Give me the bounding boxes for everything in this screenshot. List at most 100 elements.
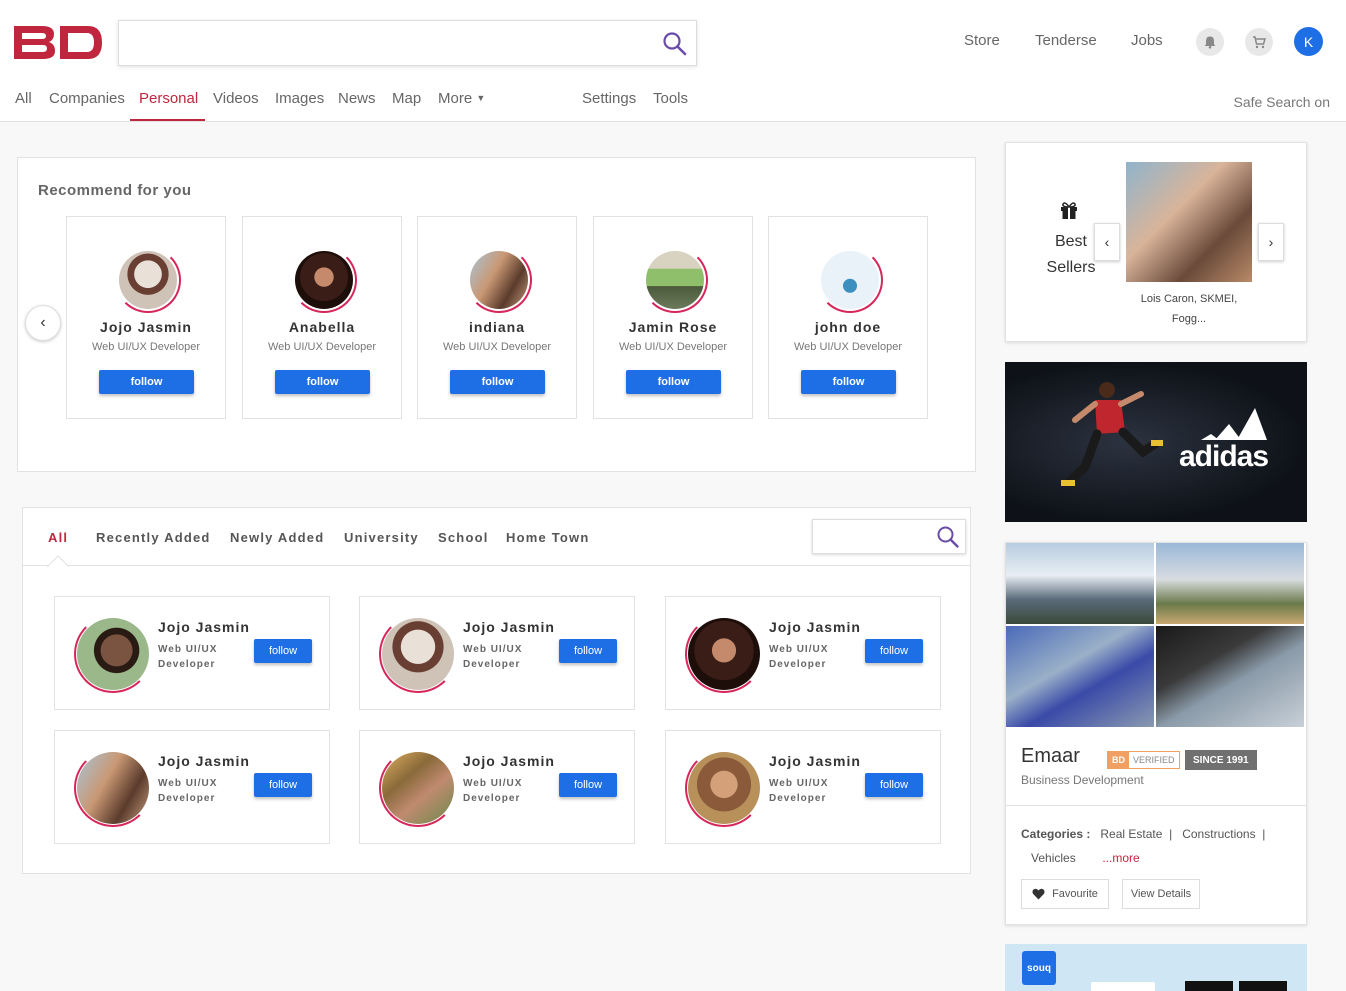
nav-all[interactable]: All: [15, 90, 32, 107]
avatar[interactable]: [115, 247, 181, 313]
avatar[interactable]: [466, 247, 532, 313]
company-category: Business Development: [1021, 773, 1144, 787]
tab-all[interactable]: All: [48, 530, 68, 545]
view-details-button[interactable]: View Details: [1122, 879, 1200, 909]
best-sellers-prev-button[interactable]: ‹: [1094, 223, 1120, 261]
people-search-input[interactable]: [812, 519, 966, 554]
gallery-image[interactable]: [1006, 543, 1154, 624]
gallery-image[interactable]: [1156, 543, 1304, 624]
main-search-input[interactable]: [118, 20, 697, 66]
person-card: Jojo Jasmin Web UI/UX Developer follow: [359, 730, 635, 844]
caret-down-icon: ▼: [476, 93, 486, 103]
person-name[interactable]: Jojo Jasmin: [769, 753, 861, 769]
recommend-card: Jamin Rose Web UI/UX Developer follow: [593, 216, 753, 419]
follow-button[interactable]: follow: [254, 639, 312, 663]
avatar[interactable]: [817, 247, 883, 313]
person-name[interactable]: Jamin Rose: [594, 319, 752, 335]
follow-button[interactable]: follow: [865, 639, 923, 663]
tab-school[interactable]: School: [438, 530, 489, 545]
follow-button[interactable]: follow: [865, 773, 923, 797]
person-name[interactable]: Jojo Jasmin: [769, 619, 861, 635]
more-categories-link[interactable]: ...more: [1102, 851, 1139, 865]
nav-images[interactable]: Images: [275, 90, 324, 107]
nav-map[interactable]: Map: [392, 90, 421, 107]
adidas-logo-icon: [1201, 408, 1267, 440]
recommend-title: Recommend for you: [38, 182, 192, 199]
tab-recently-added[interactable]: Recently Added: [96, 530, 211, 545]
tab-university[interactable]: University: [344, 530, 419, 545]
category-link[interactable]: Real Estate: [1100, 827, 1162, 841]
verified-badge: BD VERIFIED: [1107, 751, 1180, 769]
avatar[interactable]: [74, 749, 152, 827]
person-name[interactable]: john doe: [769, 319, 927, 335]
category-link[interactable]: Vehicles: [1031, 851, 1076, 865]
recommend-panel: Recommend for you ‹ Jojo Jasmin Web UI/U…: [17, 157, 976, 472]
avatar[interactable]: [291, 247, 357, 313]
nav-companies[interactable]: Companies: [49, 90, 125, 107]
follow-button[interactable]: follow: [559, 639, 617, 663]
notifications-button[interactable]: [1196, 28, 1224, 56]
nav-tools[interactable]: Tools: [653, 90, 688, 107]
company-card-emaar: Emaar BD VERIFIED SINCE 1991 Business De…: [1005, 542, 1307, 925]
tab-newly-added[interactable]: Newly Added: [230, 530, 324, 545]
person-card: Jojo Jasmin Web UI/UX Developer follow: [665, 596, 941, 710]
store-link[interactable]: Store: [964, 32, 1000, 49]
follow-button[interactable]: follow: [801, 370, 896, 394]
person-role: Web UI/UX Developer: [793, 341, 902, 353]
tenderse-link[interactable]: Tenderse: [1035, 32, 1097, 49]
follow-button[interactable]: follow: [254, 773, 312, 797]
nav-videos[interactable]: Videos: [213, 90, 259, 107]
person-name[interactable]: Anabella: [243, 319, 401, 335]
company-gallery[interactable]: [1006, 543, 1306, 727]
product-caption[interactable]: Lois Caron, SKMEI, Fogg...: [1126, 289, 1252, 329]
favourite-button[interactable]: Favourite: [1021, 879, 1109, 909]
carousel-prev-button[interactable]: ‹: [25, 305, 61, 341]
cart-button[interactable]: [1245, 28, 1273, 56]
nav-more[interactable]: More ▼: [438, 90, 485, 107]
product-image[interactable]: [1126, 162, 1252, 282]
category-link[interactable]: Constructions: [1182, 827, 1255, 841]
avatar[interactable]: [642, 247, 708, 313]
follow-button[interactable]: follow: [99, 370, 194, 394]
person-name[interactable]: indiana: [418, 319, 576, 335]
person-name[interactable]: Jojo Jasmin: [463, 619, 555, 635]
follow-button[interactable]: follow: [450, 370, 545, 394]
nav-settings[interactable]: Settings: [582, 90, 636, 107]
person-role: Web UI/UX Developer: [769, 778, 829, 804]
bd-logo[interactable]: [12, 22, 104, 62]
nav-personal[interactable]: Personal: [139, 90, 198, 107]
avatar[interactable]: [74, 615, 152, 693]
jobs-link[interactable]: Jobs: [1131, 32, 1163, 49]
follow-button[interactable]: follow: [559, 773, 617, 797]
tab-pointer-icon: [47, 555, 69, 567]
follow-button[interactable]: follow: [275, 370, 370, 394]
souq-ad[interactable]: souq: [1005, 944, 1307, 991]
avatar[interactable]: [685, 749, 763, 827]
person-name[interactable]: Jojo Jasmin: [67, 319, 225, 335]
person-role: Web UI/UX Developer: [463, 644, 523, 670]
avatar[interactable]: [685, 615, 763, 693]
recommend-card: john doe Web UI/UX Developer follow: [768, 216, 928, 419]
follow-button[interactable]: follow: [626, 370, 721, 394]
avatar[interactable]: [379, 749, 457, 827]
user-avatar[interactable]: K: [1294, 27, 1323, 56]
best-sellers-next-button[interactable]: ›: [1258, 223, 1284, 261]
person-name[interactable]: Jojo Jasmin: [158, 619, 250, 635]
person-name[interactable]: Jojo Jasmin: [463, 753, 555, 769]
soccer-player-figure: [1061, 382, 1163, 487]
avatar[interactable]: [379, 615, 457, 693]
divider: [1006, 805, 1306, 806]
categories-label: Categories :: [1021, 827, 1091, 841]
person-name[interactable]: Jojo Jasmin: [158, 753, 250, 769]
adidas-ad[interactable]: adidas: [1005, 362, 1307, 522]
gallery-image[interactable]: [1006, 626, 1154, 727]
safe-search-toggle[interactable]: Safe Search on: [1233, 94, 1330, 110]
search-icon[interactable]: [662, 31, 688, 57]
nav-news[interactable]: News: [338, 90, 376, 107]
search-icon[interactable]: [936, 525, 960, 549]
heart-icon: [1032, 888, 1045, 900]
gallery-image[interactable]: [1156, 626, 1304, 727]
favourite-label: Favourite: [1052, 888, 1098, 900]
company-name[interactable]: Emaar: [1021, 745, 1080, 768]
tab-home-town[interactable]: Home Town: [506, 530, 590, 545]
